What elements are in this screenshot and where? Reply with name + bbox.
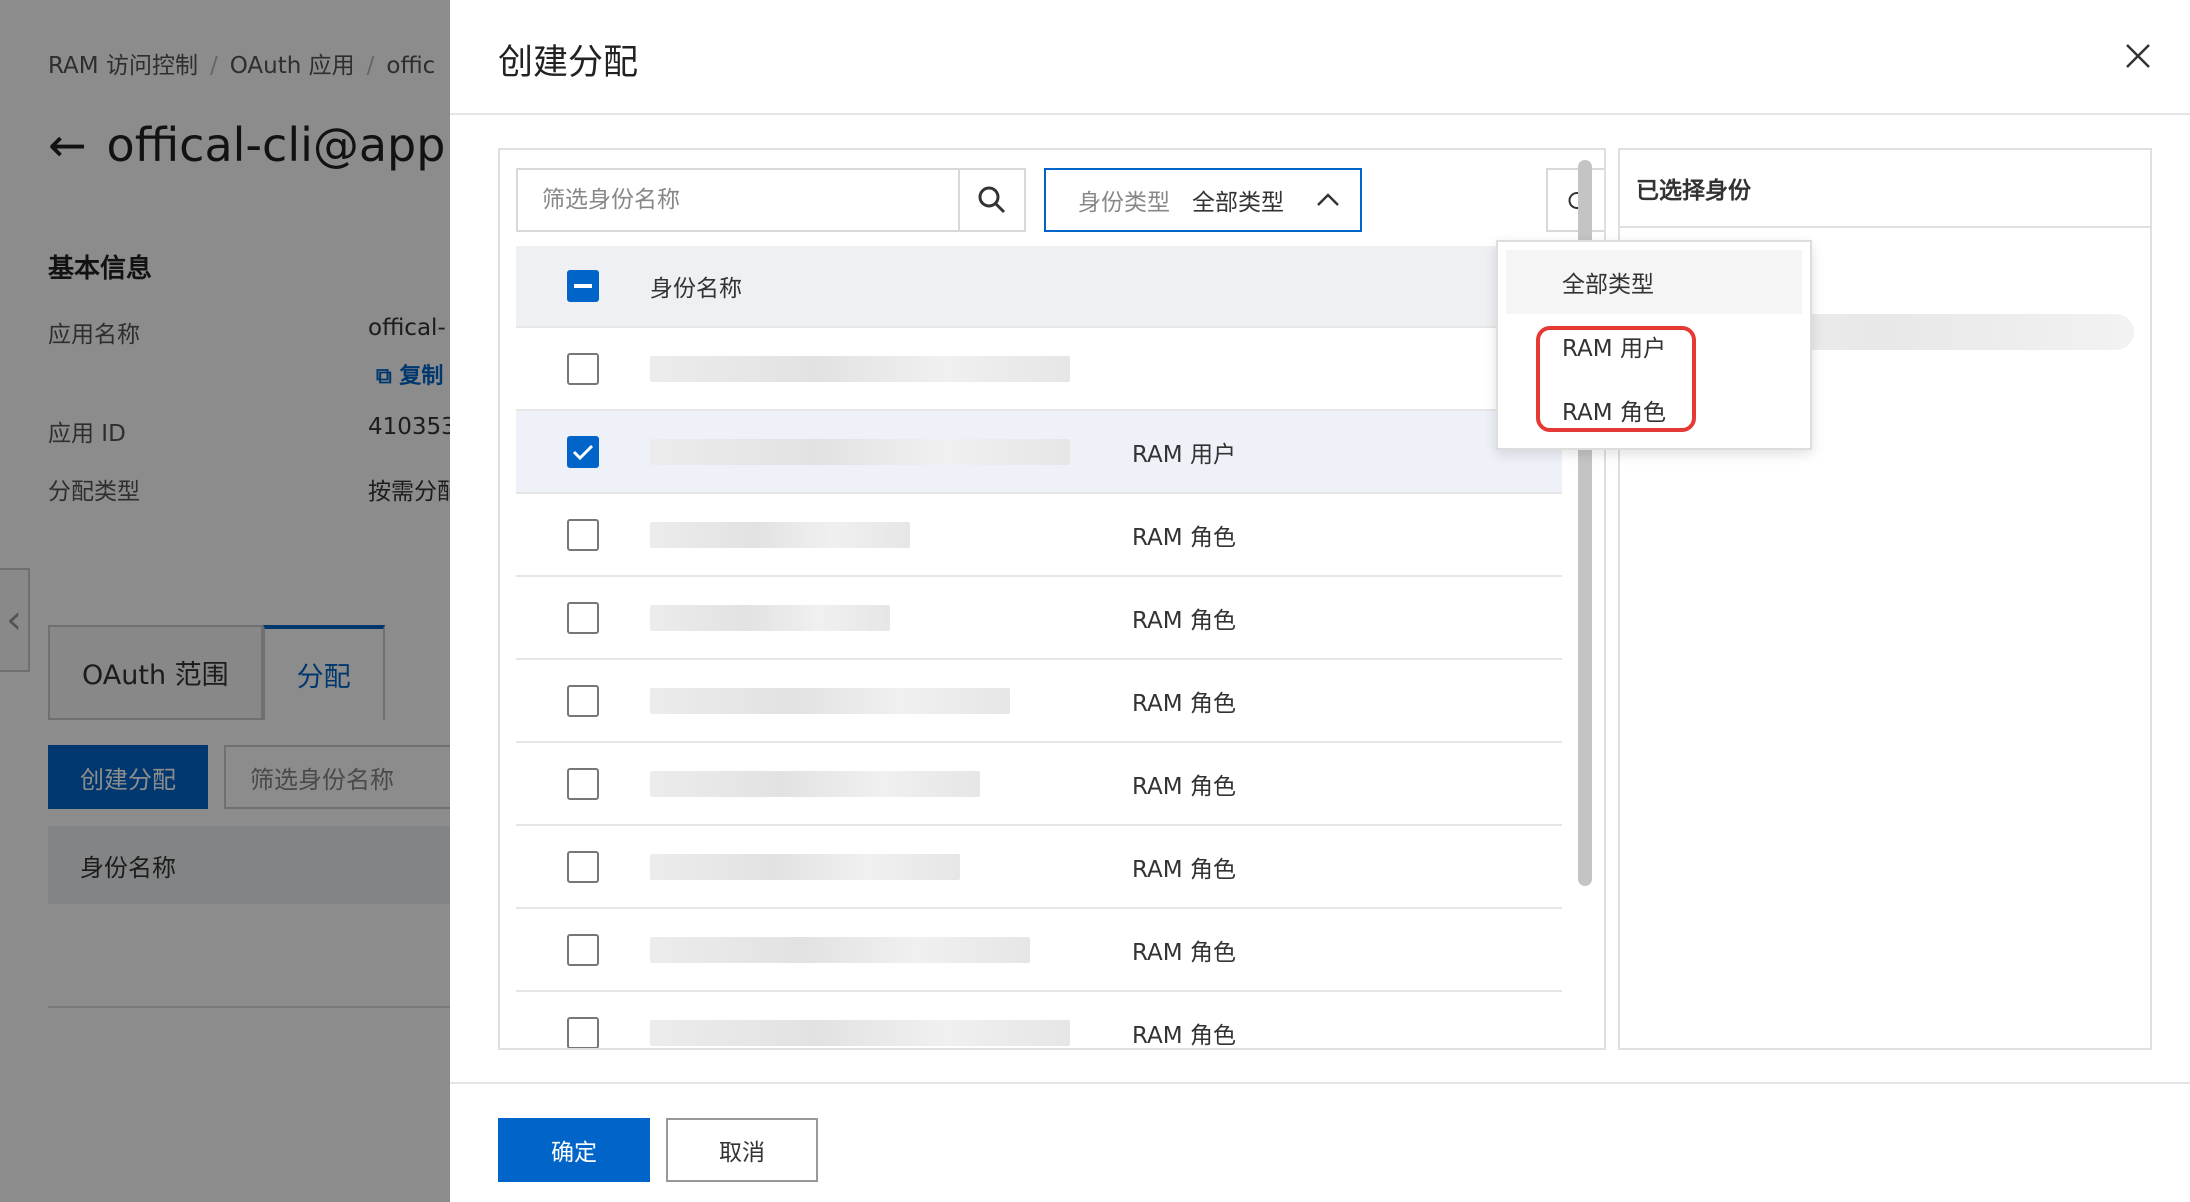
type-select-label: 身份类型 [1078,190,1170,216]
identity-type: RAM 角色 [1132,939,1236,966]
identity-type: RAM 角色 [1132,1022,1236,1049]
confirm-button[interactable]: 确定 [498,1118,650,1182]
table-row[interactable]: RAM 角色 [516,660,1562,743]
modal-overlay[interactable] [0,0,450,1202]
search-box [516,168,1026,232]
type-select-value: 全部类型 [1192,190,1284,216]
row-checkbox[interactable] [567,518,599,551]
drawer-title: 创建分配 [498,43,639,83]
row-checkbox[interactable] [567,601,599,634]
identity-type: RAM 角色 [1132,856,1236,883]
dropdown-option-ram-user[interactable]: RAM 用户 [1498,314,1810,378]
cancel-button[interactable]: 取消 [666,1118,818,1182]
search-button[interactable] [958,170,1024,230]
identity-name-blurred [650,992,1132,1048]
identity-type: RAM 角色 [1132,690,1236,717]
candidate-panel: 身份类型 全部类型 身份名称 [498,148,1606,1050]
table-row[interactable]: RAM 角色 [516,743,1562,826]
identity-type: RAM 角色 [1132,773,1236,800]
identity-name-blurred [650,328,1132,409]
table-row[interactable]: RAM 角色 [516,826,1562,909]
row-checkbox[interactable] [567,684,599,717]
identity-name-blurred [650,494,1132,575]
identity-name-blurred [650,826,1132,907]
identity-type-dropdown: 全部类型 RAM 用户 RAM 角色 [1496,240,1812,450]
table-row[interactable]: RAM 角色 [516,494,1562,577]
identity-type: RAM 用户 [1132,441,1236,468]
identity-type: RAM 角色 [1132,524,1236,551]
checkmark-icon [572,444,594,460]
dropdown-option-ram-role[interactable]: RAM 角色 [1498,378,1810,442]
identity-type-select[interactable]: 身份类型 全部类型 [1044,168,1362,232]
row-checkbox[interactable] [567,352,599,385]
table-row[interactable] [516,328,1562,411]
row-checkbox[interactable] [567,933,599,966]
table-header: 身份名称 [516,246,1562,328]
search-icon [978,186,1006,214]
row-checkbox[interactable] [567,435,599,468]
chevron-up-icon [1310,182,1346,224]
identity-type: RAM 角色 [1132,607,1236,634]
select-all-checkbox[interactable] [567,270,599,302]
close-icon[interactable] [2118,36,2158,76]
table-row[interactable]: RAM 角色 [516,992,1562,1049]
row-checkbox[interactable] [567,1016,599,1048]
identity-name-blurred [650,411,1132,492]
identity-name-blurred [650,909,1132,990]
row-checkbox[interactable] [567,850,599,883]
identity-name-blurred [650,660,1132,741]
search-input[interactable] [518,170,958,230]
divider [450,113,2190,115]
create-assignment-drawer: 创建分配 身份类型 全部类型 身份名称 [450,0,2190,1202]
refresh-button[interactable] [1546,168,1604,232]
identity-name-blurred [650,577,1132,658]
identity-name-blurred [650,743,1132,824]
divider [450,1082,2190,1084]
column-header-name: 身份名称 [650,276,742,302]
table-row[interactable]: RAM 用户 [516,411,1562,494]
identity-table: 身份名称 RAM 用户 RAM 角色 RAM 角色 RAM 角色 RAM 角色 … [516,246,1562,1049]
table-row[interactable]: RAM 角色 [516,577,1562,660]
row-checkbox[interactable] [567,767,599,800]
selected-panel-title: 已选择身份 [1620,150,2150,228]
table-row[interactable]: RAM 角色 [516,909,1562,992]
dropdown-option-all[interactable]: 全部类型 [1506,250,1802,314]
